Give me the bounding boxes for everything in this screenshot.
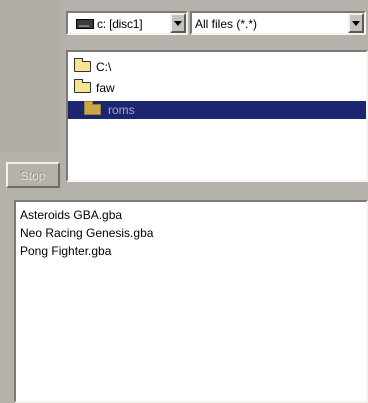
drive-dropdown-button[interactable] <box>170 13 186 33</box>
chevron-down-icon <box>352 21 360 26</box>
directory-item-faw[interactable]: faw <box>68 79 366 97</box>
drive-icon <box>76 19 94 29</box>
file-list-item[interactable]: Neo Racing Genesis.gba <box>20 224 153 242</box>
left-pane <box>0 0 60 152</box>
directory-item-label: roms <box>108 103 135 117</box>
folder-icon <box>84 101 101 115</box>
file-list-item[interactable]: Pong Fighter.gba <box>20 242 111 260</box>
open-folder-icon <box>74 58 91 72</box>
chevron-down-icon <box>174 21 182 26</box>
stop-button[interactable]: Stop <box>6 162 60 188</box>
drive-selector[interactable]: c: [disc1] <box>66 11 188 35</box>
directory-item-label: faw <box>96 81 115 95</box>
directory-item-roms[interactable]: roms <box>68 101 366 119</box>
file-filter-selector[interactable]: All files (*.*) <box>190 11 366 35</box>
filter-dropdown-button[interactable] <box>348 13 364 33</box>
file-list-item[interactable]: Asteroids GBA.gba <box>20 206 122 224</box>
file-list[interactable]: Asteroids GBA.gba Neo Racing Genesis.gba… <box>14 200 368 403</box>
stop-button-label: Stop <box>20 169 46 183</box>
open-folder-icon <box>74 79 91 93</box>
directory-item-root[interactable]: C:\ <box>68 58 366 76</box>
directory-tree[interactable]: C:\ faw roms <box>66 50 368 182</box>
drive-selector-value: c: [disc1] <box>97 17 143 31</box>
directory-item-label: C:\ <box>96 60 112 74</box>
file-filter-value: All files (*.*) <box>195 17 258 31</box>
